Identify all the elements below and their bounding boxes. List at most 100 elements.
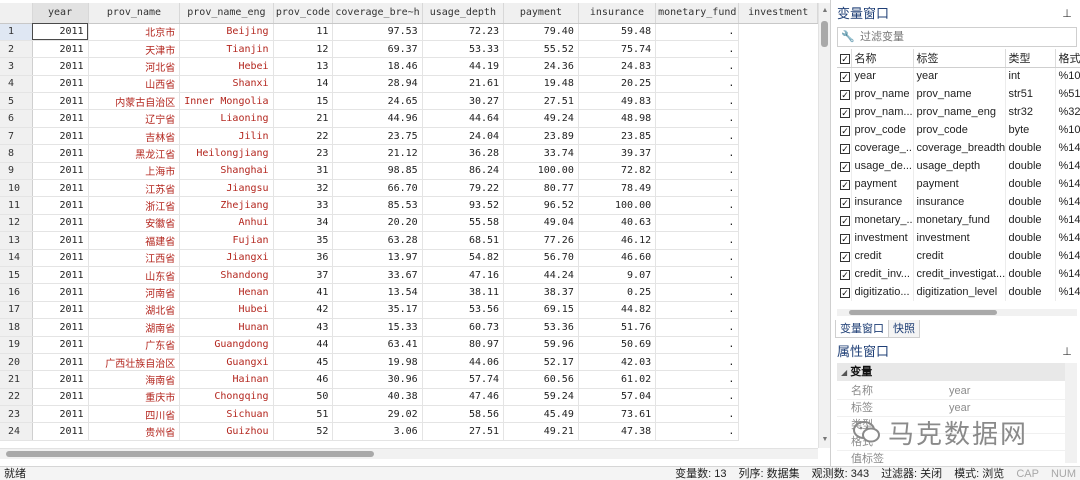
table-cell[interactable]: 59.24 bbox=[503, 388, 579, 407]
table-cell[interactable]: 23 bbox=[273, 144, 334, 163]
table-cell[interactable]: 27.51 bbox=[422, 422, 505, 441]
table-cell[interactable]: Guizhou bbox=[179, 422, 274, 441]
table-cell[interactable]: 2011 bbox=[32, 336, 89, 354]
table-cell[interactable]: . bbox=[655, 249, 740, 267]
table-cell[interactable]: 77.26 bbox=[503, 231, 579, 250]
column-header[interactable]: usage_depth bbox=[422, 3, 505, 24]
variable-checkbox[interactable]: ✓ bbox=[837, 247, 852, 265]
table-cell[interactable]: 44.19 bbox=[422, 57, 505, 76]
variable-row[interactable]: ✓ insurance insurance double %14 bbox=[837, 193, 1080, 211]
table-cell[interactable]: 2011 bbox=[32, 370, 89, 389]
table-cell[interactable]: 24.04 bbox=[422, 127, 505, 146]
table-cell[interactable]: 38.11 bbox=[422, 283, 505, 302]
table-cell[interactable]: 18.46 bbox=[332, 57, 423, 76]
row-number[interactable]: 19 bbox=[0, 336, 33, 354]
table-cell[interactable]: Inner Mongolia bbox=[179, 92, 274, 111]
table-cell[interactable]: 44.06 bbox=[422, 353, 505, 372]
table-cell[interactable]: 黑龙江省 bbox=[88, 144, 181, 163]
table-cell[interactable]: 69.37 bbox=[332, 40, 423, 59]
table-cell[interactable]: Hebei bbox=[179, 57, 274, 76]
variable-row[interactable]: ✓ prov_name prov_name str51 %51 bbox=[837, 85, 1080, 103]
variable-checkbox[interactable]: ✓ bbox=[837, 85, 852, 103]
variable-row[interactable]: ✓ credit_inv... credit_investigat... double… bbox=[837, 265, 1080, 283]
table-cell[interactable]: 2011 bbox=[32, 196, 89, 215]
vertical-scrollbar-thumb[interactable] bbox=[821, 21, 828, 47]
table-cell[interactable]: 29.02 bbox=[332, 405, 423, 424]
table-cell[interactable]: 50.69 bbox=[578, 336, 657, 354]
table-cell[interactable]: . bbox=[655, 405, 740, 424]
row-number[interactable]: 20 bbox=[0, 353, 33, 372]
table-cell[interactable]: Jilin bbox=[179, 127, 274, 146]
table-cell[interactable]: Henan bbox=[179, 283, 274, 302]
row-number[interactable]: 17 bbox=[0, 301, 33, 320]
table-cell[interactable]: 2011 bbox=[32, 405, 89, 424]
grid-corner[interactable] bbox=[0, 3, 33, 24]
column-header[interactable]: insurance bbox=[578, 3, 657, 24]
column-header[interactable]: year bbox=[32, 3, 89, 24]
variable-checkbox[interactable]: ✓ bbox=[837, 265, 852, 283]
table-cell[interactable]: 33.67 bbox=[332, 266, 423, 285]
table-cell[interactable]: 24.36 bbox=[503, 57, 579, 76]
variable-row[interactable]: ✓ investment investment double %14 bbox=[837, 229, 1080, 247]
table-cell[interactable]: 36.28 bbox=[422, 144, 505, 163]
table-cell[interactable]: 37 bbox=[273, 266, 334, 285]
table-cell[interactable]: 60.56 bbox=[503, 370, 579, 389]
column-header[interactable]: investment bbox=[738, 3, 818, 24]
table-cell[interactable]: . bbox=[655, 144, 740, 163]
variable-checkbox[interactable]: ✓ bbox=[837, 211, 852, 229]
variable-row[interactable]: ✓ coverage_... coverage_breadth double %14 bbox=[837, 139, 1080, 157]
table-cell[interactable]: 19.98 bbox=[332, 353, 423, 372]
table-cell[interactable]: 20.25 bbox=[578, 75, 657, 94]
row-number[interactable]: 7 bbox=[0, 127, 33, 146]
table-cell[interactable]: 56.70 bbox=[503, 249, 579, 267]
table-cell[interactable]: 51.76 bbox=[578, 318, 657, 337]
variable-row[interactable]: ✓ digitizatio... digitization_level double%… bbox=[837, 283, 1080, 301]
row-number[interactable]: 10 bbox=[0, 179, 33, 198]
table-cell[interactable]: 21 bbox=[273, 109, 334, 128]
table-cell[interactable]: 57.74 bbox=[422, 370, 505, 389]
properties-section-variable[interactable]: ◢ 变量 bbox=[837, 363, 1065, 381]
table-cell[interactable]: . bbox=[655, 318, 740, 337]
table-cell[interactable]: . bbox=[655, 370, 740, 389]
table-cell[interactable]: 2011 bbox=[32, 127, 89, 146]
table-cell[interactable]: 51 bbox=[273, 405, 334, 424]
table-cell[interactable]: 66.70 bbox=[332, 179, 423, 198]
select-all-checkbox[interactable]: ✓ bbox=[837, 49, 852, 68]
table-cell[interactable]: Anhui bbox=[179, 214, 274, 233]
table-cell[interactable]: 11 bbox=[273, 23, 334, 41]
table-cell[interactable]: 47.16 bbox=[422, 266, 505, 285]
table-cell[interactable]: 100.00 bbox=[503, 162, 579, 181]
row-number[interactable]: 14 bbox=[0, 249, 33, 267]
table-cell[interactable]: 2011 bbox=[32, 301, 89, 320]
header-label[interactable]: 标签 bbox=[913, 49, 1006, 68]
table-cell[interactable]: 湖南省 bbox=[88, 318, 181, 337]
table-cell[interactable]: 19.48 bbox=[503, 75, 579, 94]
table-cell[interactable]: 河南省 bbox=[88, 283, 181, 302]
table-cell[interactable]: Tianjin bbox=[179, 40, 274, 59]
table-cell[interactable]: 21.12 bbox=[332, 144, 423, 163]
table-cell[interactable]: Jiangxi bbox=[179, 249, 274, 267]
table-cell[interactable]: 33 bbox=[273, 196, 334, 215]
table-cell[interactable]: 41 bbox=[273, 283, 334, 302]
table-cell[interactable]: . bbox=[655, 127, 740, 146]
table-cell[interactable]: 72.23 bbox=[422, 23, 505, 41]
table-cell[interactable]: 13 bbox=[273, 57, 334, 76]
table-cell[interactable]: Jiangsu bbox=[179, 179, 274, 198]
table-cell[interactable]: 四川省 bbox=[88, 405, 181, 424]
row-number[interactable]: 8 bbox=[0, 144, 33, 163]
table-cell[interactable]: 2011 bbox=[32, 249, 89, 267]
row-number[interactable]: 3 bbox=[0, 57, 33, 76]
table-cell[interactable]: 9.07 bbox=[578, 266, 657, 285]
table-cell[interactable]: 44.82 bbox=[578, 301, 657, 320]
table-cell[interactable]: . bbox=[655, 266, 740, 285]
pin-icon[interactable]: ⊥ bbox=[1062, 345, 1072, 359]
table-cell[interactable]: 45 bbox=[273, 353, 334, 372]
table-cell[interactable]: 59.96 bbox=[503, 336, 579, 354]
table-cell[interactable]: 47.38 bbox=[578, 422, 657, 441]
table-cell[interactable]: 浙江省 bbox=[88, 196, 181, 215]
row-number[interactable]: 22 bbox=[0, 388, 33, 407]
table-cell[interactable]: Shanghai bbox=[179, 162, 274, 181]
table-cell[interactable]: . bbox=[655, 336, 740, 354]
table-cell[interactable]: 52 bbox=[273, 422, 334, 441]
table-cell[interactable]: 47.46 bbox=[422, 388, 505, 407]
